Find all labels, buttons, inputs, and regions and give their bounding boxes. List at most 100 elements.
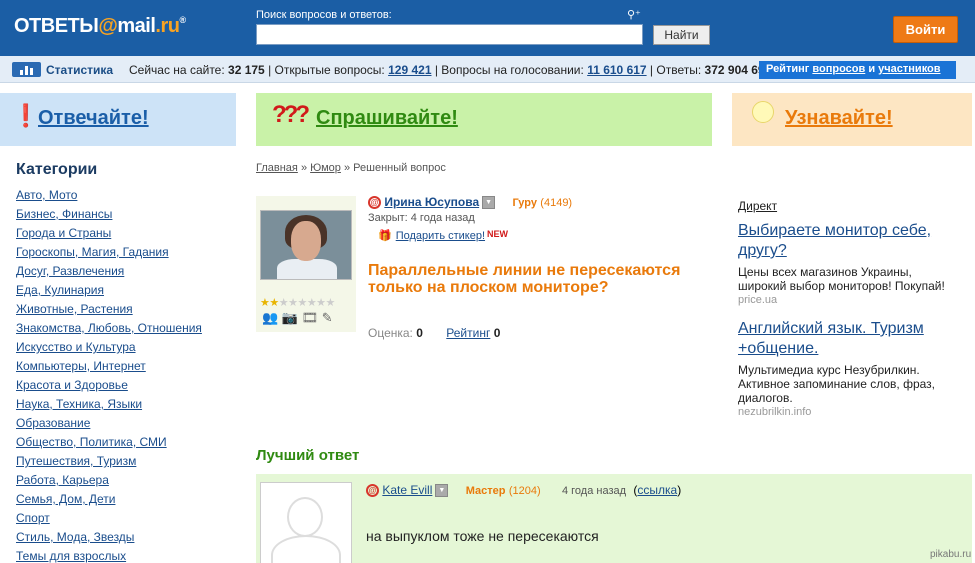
breadcrumb-home[interactable]: Главная — [256, 162, 298, 174]
category-link[interactable]: Авто, Мото — [16, 188, 77, 202]
rating-questions-link[interactable]: вопросов — [812, 63, 865, 75]
author-actions: 👥 📷 🎞 ✎ — [262, 310, 333, 326]
rating-prefix: Рейтинг — [766, 63, 810, 75]
category-item: Авто, Мото — [16, 188, 202, 207]
answer-author-rank: Мастер — [465, 485, 506, 497]
category-link[interactable]: Работа, Карьера — [16, 473, 109, 487]
category-link[interactable]: Знакомства, Любовь, Отношения — [16, 321, 202, 335]
best-answer-title: Лучший ответ — [256, 447, 360, 464]
ad-text: Цены всех магазинов Украины, широкий выб… — [738, 265, 945, 293]
answer-author-avatar[interactable] — [260, 482, 352, 563]
permalink-close: ) — [677, 483, 682, 497]
breadcrumb: Главная » Юмор » Решенный вопрос — [256, 162, 446, 174]
gift-sticker-link[interactable]: Подарить стикер! — [396, 230, 485, 242]
ad-title-link[interactable]: Выбираете монитор себе, другу? — [738, 221, 963, 261]
search-input[interactable] — [256, 24, 643, 45]
watermark: pikabu.ru — [930, 549, 972, 560]
question-author-rank: Гуру — [512, 197, 537, 209]
category-item: Гороскопы, Магия, Гадания — [16, 245, 202, 264]
question-meta: Оценка: 0 Рейтинг 0 — [368, 326, 500, 340]
search-button[interactable]: Найти — [653, 25, 710, 45]
ad-text: Мультимедиа курс Незубрилкин. Активное з… — [738, 363, 935, 405]
category-link[interactable]: Города и Страны — [16, 226, 111, 240]
ads-label[interactable]: Директ — [738, 199, 777, 213]
gift-icon: 🎁 — [378, 230, 392, 242]
category-item: Еда, Кулинария — [16, 283, 202, 302]
question-author-card: ★★★★★★★★ 👥 📷 🎞 ✎ — [256, 196, 356, 332]
category-link[interactable]: Путешествия, Туризм — [16, 454, 136, 468]
friends-icon[interactable]: 👥 — [262, 310, 278, 325]
logo-domain: .ru — [155, 15, 180, 37]
category-item: Образование — [16, 416, 202, 435]
author-menu-dropdown-icon[interactable]: ▼ — [482, 196, 496, 210]
ad-title-link[interactable]: Английский язык. Туризм +общение. — [738, 319, 963, 359]
breadcrumb-current: Решенный вопрос — [353, 162, 446, 174]
category-link[interactable]: Животные, Растения — [16, 302, 133, 316]
login-button[interactable]: Войти — [893, 16, 958, 43]
category-link[interactable]: Общество, Политика, СМИ — [16, 435, 167, 449]
answer-permalink-link[interactable]: ссылка — [637, 483, 677, 497]
category-link[interactable]: Темы для взрослых — [16, 549, 126, 563]
breadcrumb-sep: » — [343, 162, 351, 174]
rating-users-link[interactable]: участников — [878, 63, 940, 75]
category-item: Искусство и Культура — [16, 340, 202, 359]
author-level-stars: ★★★★★★★★ — [260, 297, 335, 309]
ad-url[interactable]: nezubrilkin.info — [738, 406, 963, 418]
logo-reg: ® — [179, 15, 186, 25]
edit-icon[interactable]: ✎ — [322, 310, 333, 325]
ad-url[interactable]: price.ua — [738, 294, 963, 306]
lightbulb-icon — [752, 101, 774, 123]
category-link[interactable]: Стиль, Мода, Звезды — [16, 530, 134, 544]
camera-icon[interactable]: 📷 — [282, 310, 298, 325]
breadcrumb-section[interactable]: Юмор — [310, 162, 341, 174]
category-link[interactable]: Спорт — [16, 511, 50, 525]
category-link[interactable]: Компьютеры, Интернет — [16, 359, 146, 373]
category-link[interactable]: Образование — [16, 416, 90, 430]
advanced-search-icon[interactable]: ⚲⁺ — [627, 8, 641, 21]
voting-link[interactable]: 11 610 617 — [587, 63, 646, 77]
author-avatar[interactable] — [260, 210, 352, 280]
learn-banner[interactable]: Узнавайте! — [732, 93, 972, 146]
category-link[interactable]: Досуг, Развлечения — [16, 264, 124, 278]
rating-box: Рейтинг вопросов и участников — [759, 61, 956, 79]
category-link[interactable]: Семья, Дом, Дети — [16, 492, 115, 506]
breadcrumb-sep: » — [300, 162, 308, 174]
category-link[interactable]: Искусство и Культура — [16, 340, 136, 354]
rating-link[interactable]: Рейтинг — [446, 326, 490, 340]
learn-banner-link[interactable]: Узнавайте! — [785, 107, 893, 130]
voting-label: Вопросы на голосовании: — [441, 63, 584, 77]
answer-author-points: (1204) — [508, 485, 541, 497]
online-value: 32 175 — [228, 63, 265, 77]
answer-author-link[interactable]: Kate Evill — [382, 483, 432, 497]
open-questions-link[interactable]: 129 421 — [388, 63, 431, 77]
question-author-link[interactable]: Ирина Юсупова — [384, 195, 479, 209]
answer-text: на выпуклом тоже не пересекаются — [366, 528, 599, 544]
top-header: ОТВЕТЫ@mail.ru® Поиск вопросов и ответов… — [0, 0, 975, 56]
category-item: Спорт — [16, 511, 202, 530]
category-link[interactable]: Гороскопы, Магия, Гадания — [16, 245, 169, 259]
question-author-line: @ Ирина Юсупова ▼ Гуру (4149) — [368, 195, 572, 210]
logo-at: @ — [98, 15, 118, 37]
new-badge: NEW — [487, 229, 509, 239]
site-logo[interactable]: ОТВЕТЫ@mail.ru® — [14, 15, 186, 38]
author-menu-dropdown-icon[interactable]: ▼ — [435, 484, 449, 498]
category-item: Красота и Здоровье — [16, 378, 202, 397]
ask-banner[interactable]: ??? Спрашивайте! — [256, 93, 712, 146]
rating-value: 0 — [493, 326, 501, 340]
category-item: Города и Страны — [16, 226, 202, 245]
category-item: Знакомства, Любовь, Отношения — [16, 321, 202, 340]
category-link[interactable]: Бизнес, Финансы — [16, 207, 112, 221]
ask-banner-link[interactable]: Спрашивайте! — [316, 107, 458, 130]
mail-at-icon: @ — [368, 196, 381, 210]
category-link[interactable]: Наука, Техника, Языки — [16, 397, 142, 411]
answer-banner-link[interactable]: Отвечайте! — [38, 107, 149, 130]
ads-label-link[interactable]: Директ — [738, 199, 777, 213]
open-questions-label: Открытые вопросы: — [274, 63, 385, 77]
score-label: Оценка: — [368, 326, 413, 340]
category-link[interactable]: Красота и Здоровье — [16, 378, 128, 392]
answer-banner[interactable]: ❗ Отвечайте! — [0, 93, 236, 146]
search-label: Поиск вопросов и ответов: — [256, 9, 392, 21]
category-link[interactable]: Еда, Кулинария — [16, 283, 104, 297]
video-icon[interactable]: 🎞 — [302, 310, 319, 325]
logo-prefix: ОТВЕТЫ — [14, 15, 99, 37]
